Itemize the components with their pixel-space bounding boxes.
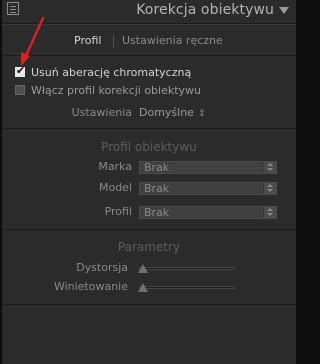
- lens-corrections-panel: Korekcja obiektywu Profil Ustawienia ręc…: [2, 0, 296, 364]
- enable-profile-corrections-checkbox[interactable]: [15, 85, 25, 95]
- profile-label: Profil: [104, 205, 132, 218]
- section-divider-1: [2, 128, 296, 129]
- model-value: Brak: [144, 182, 170, 195]
- updown-arrows-icon: ⇕: [197, 109, 206, 119]
- make-select[interactable]: Brak: [139, 161, 277, 174]
- section-divider-3: [2, 304, 296, 305]
- profile-value: Brak: [144, 206, 170, 219]
- vignetting-label: Winietowanie: [53, 280, 128, 293]
- remove-chromatic-aberration-checkbox[interactable]: ✔: [15, 64, 26, 77]
- setup-value: Domyślne: [139, 106, 194, 119]
- distortion-slider-handle[interactable]: [138, 264, 148, 273]
- tabs-divider: [2, 55, 296, 56]
- panel-header[interactable]: Korekcja obiektywu: [2, 0, 296, 23]
- make-value: Brak: [144, 161, 170, 174]
- section-divider-2: [2, 229, 296, 230]
- panel-grip-icon[interactable]: [7, 2, 19, 15]
- select-stepper-icon[interactable]: [263, 162, 276, 173]
- select-stepper-icon[interactable]: [263, 207, 276, 218]
- tab-profile[interactable]: Profil: [74, 34, 101, 47]
- panel-title: Korekcja obiektywu: [136, 2, 274, 18]
- distortion-label: Dystorsja: [76, 261, 128, 274]
- tab-manual-settings[interactable]: Ustawienia ręczne: [122, 34, 223, 47]
- vignetting-slider[interactable]: [138, 283, 235, 292]
- setup-select[interactable]: Domyślne ⇕: [139, 106, 206, 119]
- setup-label: Ustawienia: [71, 106, 132, 119]
- select-stepper-icon[interactable]: [263, 183, 276, 194]
- tab-separator: [113, 35, 114, 47]
- remove-chromatic-aberration-label: Usuń aberację chromatyczną: [31, 66, 192, 79]
- profile-select[interactable]: Brak: [139, 206, 277, 219]
- model-label: Model: [98, 181, 132, 194]
- make-label: Marka: [98, 160, 132, 173]
- model-select[interactable]: Brak: [139, 182, 277, 195]
- tab-bar: Profil Ustawienia ręczne: [2, 34, 296, 50]
- vignetting-slider-handle[interactable]: [138, 283, 148, 292]
- distortion-slider[interactable]: [138, 264, 235, 273]
- header-divider-highlight: [2, 24, 296, 25]
- collapse-triangle-icon[interactable]: [279, 7, 289, 14]
- checkmark-icon: ✔: [16, 64, 26, 77]
- lens-profile-section-title: Profil obiektywu: [101, 140, 197, 154]
- enable-profile-corrections-label: Włącz profil korekcji obiektywu: [31, 84, 202, 97]
- parameters-section-title: Parametry: [117, 240, 181, 254]
